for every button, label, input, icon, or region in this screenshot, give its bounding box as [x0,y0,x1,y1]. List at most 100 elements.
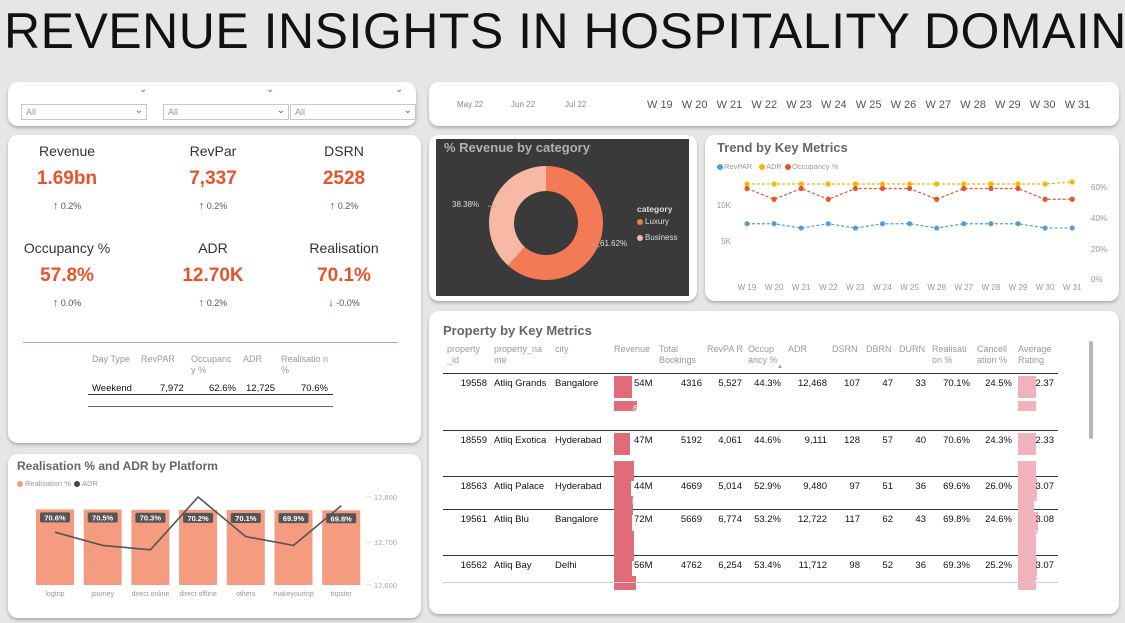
slicer-dropdown-3[interactable]: All ⌄ [290,104,416,120]
week-item[interactable]: W 24 [821,99,847,111]
week-item[interactable]: W 25 [856,99,882,111]
page-title: REVENUE INSIGHTS IN HOSPITALITY DOMAIN [4,3,1125,59]
trend-point-occupancy[interactable] [771,196,777,202]
month-item[interactable]: May 22 [457,100,483,109]
trend-point-occupancy[interactable] [852,185,858,192]
trend-point-adr[interactable] [934,181,940,187]
trend-point-occupancy[interactable] [961,185,967,192]
trend-point-revpar[interactable] [798,225,804,231]
trend-point-occupancy[interactable] [879,185,886,192]
table-row[interactable] [443,430,1058,431]
legend-label-luxury[interactable]: Luxury [645,217,669,226]
column-header[interactable]: DURN [899,344,929,355]
trend-point-adr[interactable] [852,181,858,187]
x-tick-label: W 22 [819,283,838,292]
chevron-down-icon[interactable]: ⌄ [395,84,403,95]
trend-point-adr[interactable] [907,181,913,187]
trend-point-adr[interactable] [771,181,777,187]
week-item[interactable]: W 26 [891,99,917,111]
week-item[interactable]: W 23 [786,99,812,111]
trend-point-revpar[interactable] [771,221,777,227]
trend-point-occupancy[interactable] [1015,185,1021,192]
week-item[interactable]: W 21 [717,99,743,111]
table-cell: 52.9% [754,481,781,492]
slicer-dropdown-1[interactable]: All ⌄ [21,104,147,120]
table-row[interactable] [443,555,1058,556]
column-header[interactable]: property_na me [494,344,552,366]
trend-point-occupancy[interactable] [988,185,994,192]
column-header[interactable]: DSRN [832,344,862,355]
column-header[interactable]: Average Rating [1018,344,1058,366]
databar-label: 6 [633,404,638,413]
table-cell: Atliq Grands [494,378,547,389]
trend-point-adr[interactable] [1069,179,1075,185]
trend-point-revpar[interactable] [1069,225,1075,231]
trend-point-adr[interactable] [961,181,967,187]
trend-point-revpar[interactable] [744,221,750,227]
column-header[interactable]: DBRN [866,344,896,355]
table-header: ADR [243,354,263,364]
trend-point-revpar[interactable] [961,221,967,227]
chevron-down-icon[interactable]: ⌄ [139,84,147,95]
platform-chart: 70.6% logtrip 70.5% journey 70.3% direct onli… [36,493,397,598]
column-header[interactable]: Revenue [614,344,656,355]
slicer-dropdown-2[interactable]: All ⌄ [163,104,289,120]
trend-point-occupancy[interactable] [1069,196,1075,202]
column-header[interactable]: ADR [788,344,828,355]
trend-point-occupancy[interactable] [825,196,831,202]
week-item[interactable]: W 31 [1065,99,1091,111]
column-header[interactable]: Occup ancy % [748,344,784,366]
table-cell: Atliq Blu [494,514,529,525]
column-header[interactable]: Total Bookings [659,344,703,366]
trend-point-revpar[interactable] [879,221,886,227]
sort-ascending-icon[interactable]: ▲ [777,364,783,370]
week-item[interactable]: W 27 [925,99,951,111]
table-row[interactable] [443,476,1058,477]
week-item[interactable]: W 28 [960,99,986,111]
column-header[interactable]: Cancell ation % [977,344,1015,366]
week-item[interactable]: W 29 [995,99,1021,111]
week-item[interactable]: W 19 [647,99,673,111]
table-cell: 11,712 [798,560,827,571]
column-header[interactable]: property _id [447,344,491,366]
column-header[interactable]: Realisati on % [932,344,972,366]
donut-slice-business[interactable] [489,166,546,266]
table-row[interactable] [443,509,1058,510]
chevron-down-icon[interactable]: ⌄ [266,84,274,95]
trend-point-revpar[interactable] [1042,225,1048,231]
column-header[interactable]: RevPA R [707,344,743,355]
scrollbar[interactable] [1089,341,1093,439]
trend-point-occupancy[interactable] [1042,196,1048,202]
table-cell: 40 [915,435,926,446]
trend-point-occupancy[interactable] [934,196,940,202]
trend-point-revpar[interactable] [988,221,994,227]
trend-point-adr[interactable] [1042,181,1048,187]
arrow-up-icon: ↑ [198,297,205,309]
trend-point-adr[interactable] [825,181,831,187]
trend-point-revpar[interactable] [934,225,940,231]
trend-point-occupancy[interactable] [798,185,804,192]
week-item[interactable]: W 30 [1030,99,1056,111]
legend-label-business[interactable]: Business [645,233,677,242]
trend-point-revpar[interactable] [825,221,831,227]
trend-point-occupancy[interactable] [907,185,913,192]
trend-point-adr[interactable] [744,181,750,187]
table-cell: 16562 [460,560,487,571]
rating-databar [1018,401,1036,411]
trend-point-adr[interactable] [798,181,804,187]
trend-point-revpar[interactable] [1015,221,1021,227]
week-item[interactable]: W 20 [682,99,708,111]
trend-point-occupancy[interactable] [744,185,750,192]
week-item[interactable]: W 22 [751,99,777,111]
trend-point-revpar[interactable] [907,221,913,227]
month-item[interactable]: Jul 22 [565,100,586,109]
trend-point-adr[interactable] [1015,181,1021,187]
column-header[interactable]: city [555,344,610,355]
table-cell: 24.6% [985,514,1012,525]
table-row[interactable] [443,373,1058,374]
trend-point-revpar[interactable] [852,225,858,231]
month-item[interactable]: Jun 22 [511,100,535,109]
trend-point-adr[interactable] [879,181,886,187]
trend-point-adr[interactable] [988,181,994,187]
arrow-down-icon: ↓ [328,297,334,309]
